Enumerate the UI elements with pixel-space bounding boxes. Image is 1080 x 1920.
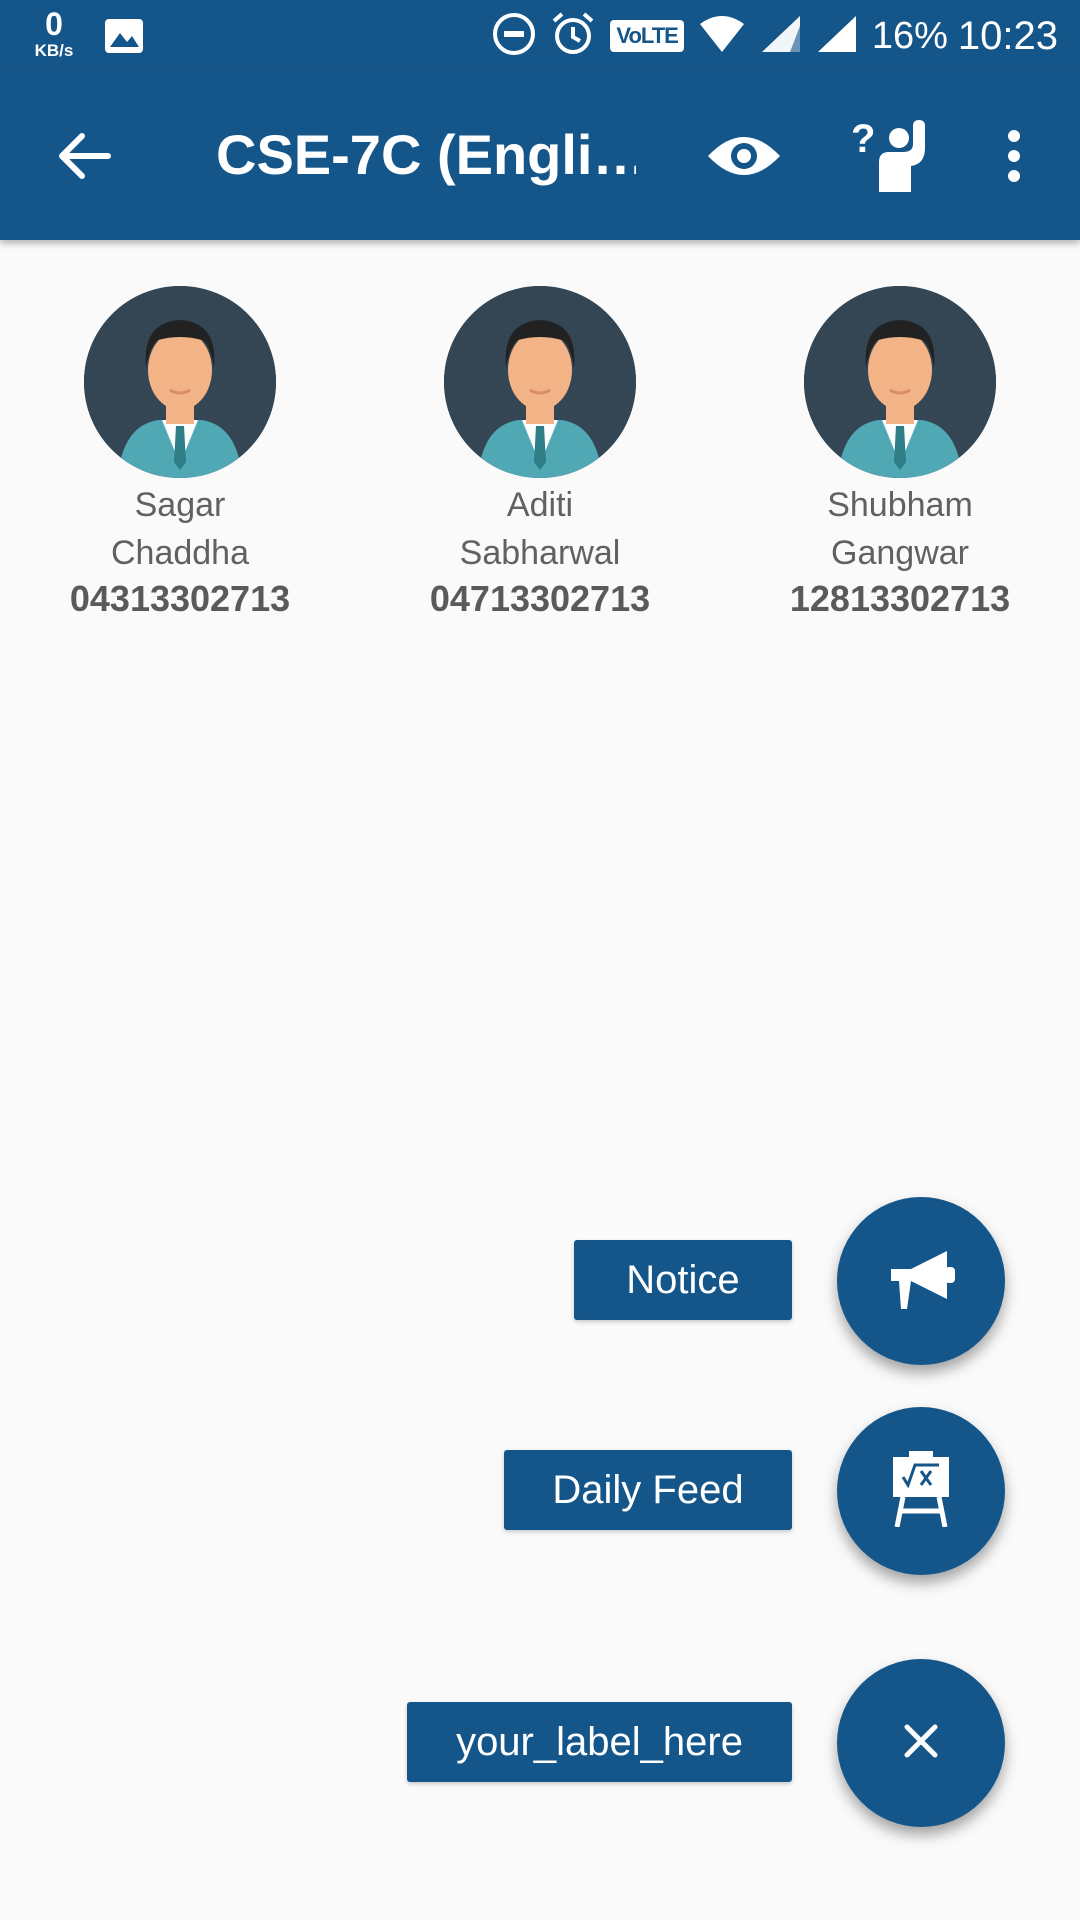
- network-speed: 0 KB/s: [26, 8, 82, 59]
- student-roll-number: 04713302713: [429, 578, 651, 619]
- avatar: [444, 286, 636, 478]
- more-vert-icon[interactable]: [970, 112, 1058, 200]
- signal-icon: [760, 14, 802, 59]
- daily-feed-button[interactable]: [837, 1407, 1005, 1575]
- app-bar: CSE-7C (Engli… ?: [0, 72, 1080, 240]
- clock: 10:23: [957, 13, 1058, 58]
- close-icon: [901, 1721, 941, 1766]
- network-speed-unit: KB/s: [34, 41, 74, 60]
- megaphone-icon: [885, 1247, 957, 1316]
- svg-text:?: ?: [851, 118, 875, 161]
- student-first-name: Shubham: [827, 486, 973, 524]
- student-first-name: Aditi: [506, 486, 574, 524]
- wifi-icon: [698, 14, 746, 59]
- status-bar: 0 KB/s VoLTE 16% 10:23: [0, 0, 1080, 72]
- main-fab-label[interactable]: your_label_here: [407, 1702, 792, 1782]
- signal-icon: [816, 14, 858, 59]
- student-roll-number: 04313302713: [69, 578, 291, 619]
- avatar: [84, 286, 276, 478]
- close-fab-button[interactable]: [837, 1659, 1005, 1827]
- student-last-name: Gangwar: [831, 534, 969, 572]
- dnd-icon: [492, 12, 536, 61]
- student-last-name: Sabharwal: [459, 534, 621, 572]
- student-card[interactable]: Shubham Gangwar 12813302713: [730, 286, 1070, 624]
- daily-feed-label[interactable]: Daily Feed: [504, 1450, 792, 1530]
- gallery-icon: [104, 18, 144, 59]
- page-title: CSE-7C (Engli…: [216, 123, 636, 186]
- student-card[interactable]: Sagar Chaddha 04313302713: [10, 286, 350, 624]
- student-roll-number: 12813302713: [789, 578, 1011, 619]
- alarm-icon: [550, 11, 596, 62]
- avatar: [804, 286, 996, 478]
- student-last-name: Chaddha: [110, 534, 249, 572]
- notice-label[interactable]: Notice: [574, 1240, 792, 1320]
- battery-percent: 16%: [871, 14, 948, 57]
- student-card[interactable]: Aditi Sabharwal 04713302713: [370, 286, 710, 624]
- back-arrow-icon[interactable]: [40, 112, 128, 200]
- notice-button[interactable]: [837, 1197, 1005, 1365]
- volte-icon: VoLTE: [610, 20, 684, 52]
- eye-icon[interactable]: [700, 112, 788, 200]
- student-first-name: Sagar: [134, 486, 226, 524]
- network-speed-value: 0: [45, 6, 63, 42]
- blackboard-icon: [889, 1450, 953, 1532]
- raise-hand-question-icon[interactable]: ?: [845, 112, 933, 200]
